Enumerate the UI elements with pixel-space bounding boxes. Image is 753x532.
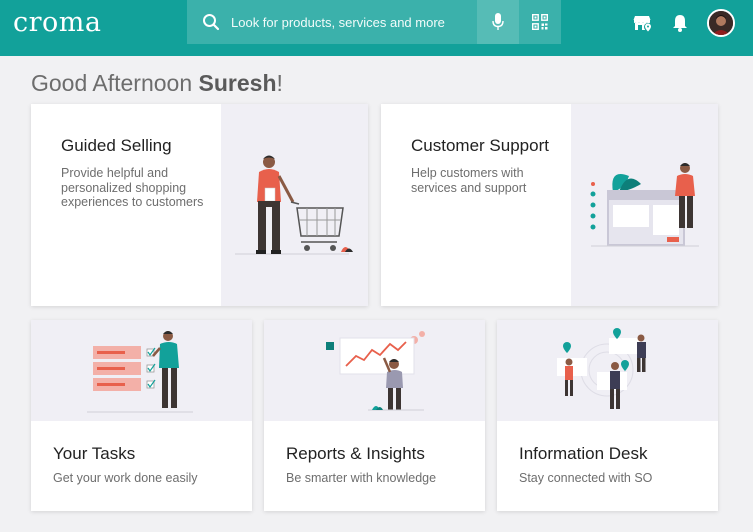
search-input[interactable] <box>231 0 471 44</box>
guided-selling-card[interactable]: Guided Selling Provide helpful and perso… <box>31 104 368 306</box>
user-avatar[interactable] <box>707 9 735 37</box>
store-locator-button[interactable] <box>632 12 654 34</box>
task-list-illustration <box>87 331 193 413</box>
card-description: Get your work done easily <box>53 471 198 485</box>
card-description: Provide helpful and personalized shoppin… <box>61 166 204 209</box>
support-screen-illustration <box>590 163 699 247</box>
growth-chart-illustration <box>326 331 425 411</box>
reports-insights-text: Reports & Insights Be smarter with knowl… <box>286 444 436 485</box>
card-title: Your Tasks <box>53 444 136 463</box>
croma-logo[interactable]: croma <box>13 7 101 38</box>
guided-selling-illustration <box>221 104 368 306</box>
greeting-prefix: Good Afternoon <box>31 70 199 96</box>
qr-code-icon <box>532 14 548 30</box>
microphone-icon <box>492 13 504 30</box>
shopping-cart-illustration <box>235 155 353 255</box>
card-description: Be smarter with knowledge <box>286 471 437 485</box>
user-name: Suresh <box>198 70 277 96</box>
your-tasks-text: Your Tasks Get your work done easily <box>53 444 198 485</box>
top-bar: croma <box>0 0 753 56</box>
information-desk-text: Information Desk Stay connected with SO <box>519 444 652 485</box>
card-description: Stay connected with SO <box>519 471 653 485</box>
search-bar[interactable] <box>187 0 561 44</box>
user-photo <box>709 11 733 35</box>
connected-people-illustration <box>557 328 646 409</box>
information-desk-illustration <box>497 320 718 421</box>
your-tasks-illustration <box>31 320 252 421</box>
store-locator-icon <box>633 16 652 32</box>
bell-icon <box>673 15 687 32</box>
qr-scan-button[interactable] <box>519 0 561 44</box>
card-title: Information Desk <box>519 444 648 463</box>
greeting-suffix: ! <box>276 70 283 96</box>
information-desk-card[interactable]: Information Desk Stay connected with SO <box>497 320 718 511</box>
card-title: Reports & Insights <box>286 444 425 463</box>
card-description: Help customers with services and support <box>411 166 527 195</box>
customer-support-illustration <box>571 104 718 306</box>
customer-support-text: Customer Support Help customers with ser… <box>411 136 561 195</box>
notifications-button[interactable] <box>669 12 691 34</box>
guided-selling-text: Guided Selling Provide helpful and perso… <box>61 136 211 210</box>
your-tasks-card[interactable]: Your Tasks Get your work done easily <box>31 320 252 511</box>
greeting: Good Afternoon Suresh! <box>31 70 283 97</box>
reports-insights-card[interactable]: Reports & Insights Be smarter with knowl… <box>264 320 485 511</box>
customer-support-card[interactable]: Customer Support Help customers with ser… <box>381 104 718 306</box>
voice-search-button[interactable] <box>477 0 519 44</box>
card-title: Guided Selling <box>61 136 172 155</box>
card-title: Customer Support <box>411 136 549 155</box>
reports-insights-illustration <box>264 320 485 421</box>
